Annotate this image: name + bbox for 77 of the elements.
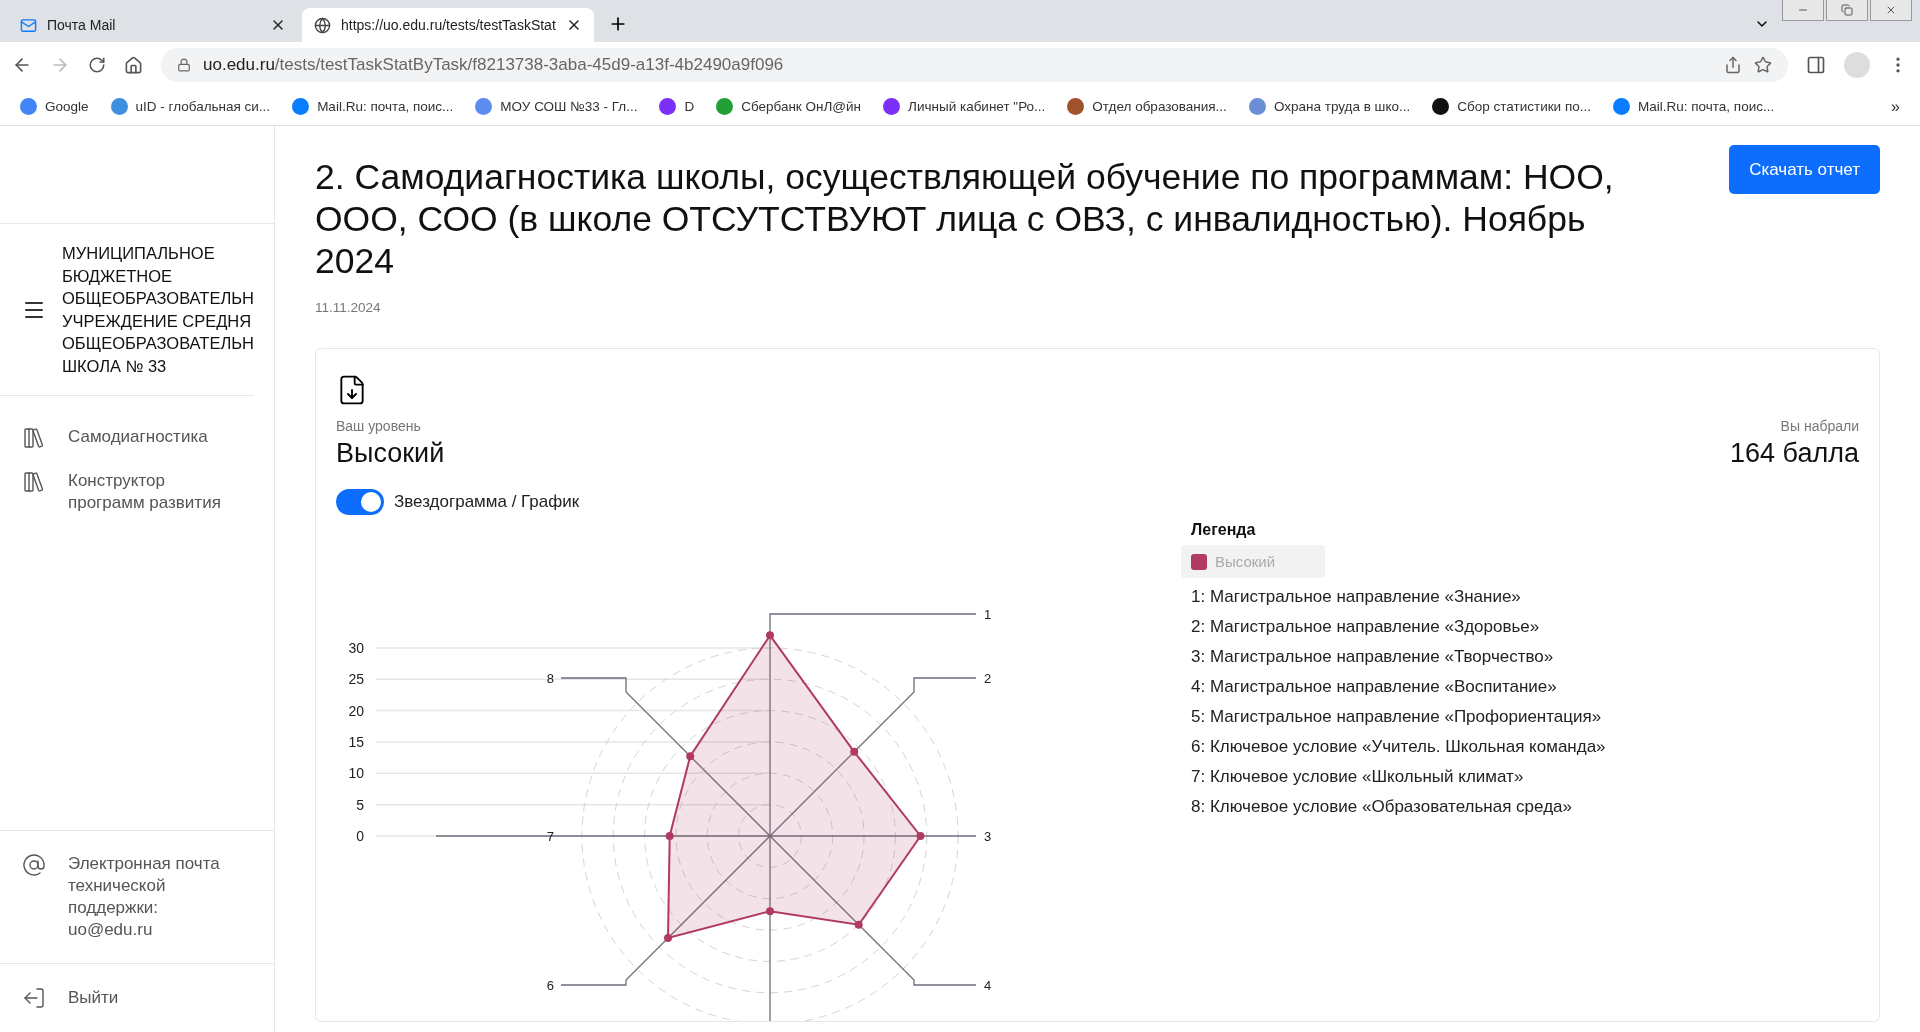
data-point [766, 631, 774, 640]
restore-icon [1841, 4, 1853, 16]
score-value: 164 балла [1730, 438, 1859, 469]
axis-label: 1 [984, 607, 992, 622]
date-text: 11.11.2024 [315, 300, 382, 315]
legend-item: 6: Ключевое условие «Учитель. Школьная команда» [1191, 736, 1607, 758]
bookmark-link[interactable]: МОУ СОШ №33 - Гл... [475, 98, 638, 115]
data-point [664, 933, 673, 942]
logout-link[interactable]: Выйти [0, 963, 274, 1032]
legend-item: 3: Магистральное направление «Творчество» [1191, 646, 1555, 668]
chart-toggle[interactable] [336, 489, 384, 515]
legend-item: 1: Магистральное направление «Знание» [1191, 586, 1522, 608]
bookmark-link[interactable]: Mail.Ru: почта, поис... [1613, 98, 1775, 115]
page-title: 2. Самодиагностика школы, осуществляющей обучение по программам: НОО, ООО, СОО (в школе ОТСУТСТВУЮТ лица с ОВЗ, с инвалидностью). Ноябрь 2024 [315, 156, 1615, 282]
data-point [665, 832, 674, 840]
bookmark-link[interactable]: Сбербанк ОнЛ@йн [716, 98, 862, 115]
mail-icon [20, 16, 37, 34]
data-point [854, 920, 863, 929]
bookmark-link[interactable]: Охрана труда в шко... [1248, 98, 1411, 115]
legend-item: 8: Ключевое условие «Образовательная среда» [1191, 796, 1573, 818]
sidebar-item[interactable]: Самодиагностика [0, 412, 274, 456]
bookmark-link[interactable]: Личный кабинет "Ро... [883, 98, 1046, 115]
browser-tab[interactable]: Почта Mail [8, 8, 298, 42]
axis-tick-label: 15 [348, 733, 364, 750]
organization-name: МУНИЦИПАЛЬНОЕ БЮДЖЕТНОЕ ОБЩЕОБРАЗОВАТЕЛЬН УЧРЕЖДЕНИЕ СРЕДНЯ ОБЩЕОБРАЗОВАТЕЛЬН ШКОЛА № 33 [62, 243, 255, 377]
toggle-label: Звездограмма / График [394, 492, 580, 512]
score-label: Вы набрали [1779, 418, 1859, 434]
legend-item: 2: Магистральное направление «Здоровье» [1191, 616, 1541, 638]
address-bar[interactable]: uo.edu.ru/tests/testTaskStatByTask/f8213738-3aba-45d9-a13f-4b2490a9f096 [161, 48, 1788, 82]
share-icon[interactable] [1724, 56, 1742, 74]
bookmark-link[interactable]: Отдел образования... [1067, 98, 1227, 115]
at-sign-icon [22, 853, 46, 877]
books-icon [22, 470, 46, 494]
axis-label: 4 [984, 978, 992, 993]
url-text: uo.edu.ru/tests/testTaskStatByTask/f8213738-3aba-45d9-a13f-4b2490a9f096 [203, 55, 784, 75]
browser-tab[interactable]: https://uo.edu.ru/tests/testTaskStat [302, 8, 594, 42]
level-label: Ваш уровень [336, 418, 422, 434]
legend-item: 5: Магистральное направление «Профориентация» [1191, 706, 1603, 728]
home-icon[interactable] [124, 55, 143, 75]
axis-label: 8 [546, 671, 554, 686]
data-point [916, 832, 925, 840]
axis-tick-label: 25 [348, 671, 364, 688]
bookmark-link[interactable]: Сбор статистики по... [1432, 98, 1591, 115]
side-panel-icon[interactable] [1806, 55, 1826, 75]
bookmark-link[interactable]: D [659, 98, 695, 115]
legend-item: 7: Ключевое условие «Школьный климат» [1191, 766, 1525, 788]
axis-tick-label: 30 [348, 639, 364, 656]
download-report-button[interactable]: Скачать отчет [1729, 145, 1880, 194]
data-point [766, 907, 774, 916]
data-point [850, 747, 859, 756]
axis-label: 3 [984, 829, 992, 844]
tab-title: Почта Mail [47, 17, 117, 33]
axis-tick-label: 0 [356, 828, 364, 844]
axis-tick-label: 10 [348, 765, 364, 782]
lock-icon [177, 58, 191, 72]
more-bookmarks[interactable]: » [1891, 97, 1900, 116]
sidebar-item[interactable]: Конструктор программ развития [0, 456, 274, 520]
legend-title: Легенда [1191, 521, 1257, 539]
close-icon [1885, 4, 1897, 16]
level-value: Высокий [336, 438, 445, 469]
axis-label: 7 [546, 829, 554, 844]
logout-icon [22, 986, 46, 1010]
bookmark-star-icon[interactable] [1754, 56, 1772, 74]
books-icon [22, 426, 46, 450]
bookmark-link[interactable]: Mail.Ru: почта, поис... [292, 98, 454, 115]
bookmark-link[interactable]: Google [20, 98, 89, 115]
legend-item: 4: Магистральное направление «Воспитание» [1191, 676, 1558, 698]
support-email-text: Электронная почта технической поддержки: uo@edu.ru [68, 853, 221, 941]
axis-tick-label: 20 [348, 702, 364, 719]
globe-icon [314, 16, 331, 34]
data-point [686, 752, 695, 761]
axis-tick-label: 5 [356, 796, 364, 813]
reload-icon[interactable] [88, 56, 106, 74]
bookmark-link[interactable]: uID - глобальная си... [110, 98, 271, 115]
axis-label: 2 [984, 671, 992, 686]
tab-title: https://uo.edu.ru/tests/testTaskStat [341, 17, 556, 33]
axis-label: 6 [546, 978, 554, 993]
